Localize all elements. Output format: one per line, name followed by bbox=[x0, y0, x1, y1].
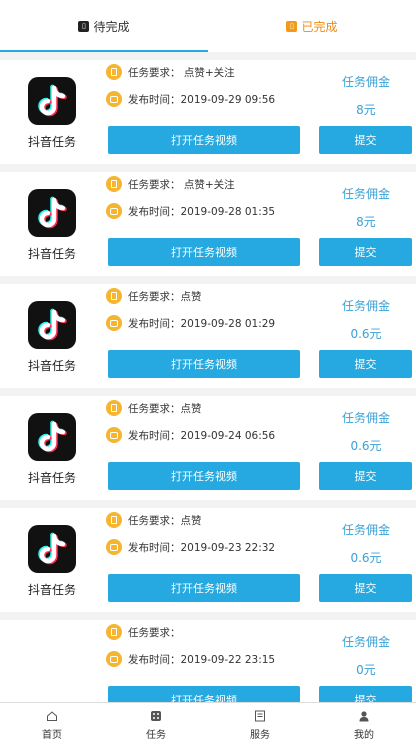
bottom-nav: 首页 任务 服务 我的 bbox=[0, 702, 416, 746]
open-task-video-button[interactable]: 打开任务视频 bbox=[108, 574, 300, 602]
page: ▯ 待完成 ▯ 已完成 抖音任务 任务要求： 点赞+关注 发布时间：2019-0… bbox=[0, 0, 416, 746]
task-published-text: 发布时间：2019-09-28 01:35 bbox=[128, 205, 276, 218]
open-task-video-button[interactable]: 打开任务视频 bbox=[108, 238, 300, 266]
nav-profile[interactable]: 我的 bbox=[312, 703, 416, 746]
nav-profile-label: 我的 bbox=[354, 729, 374, 741]
task-published-text: 发布时间：2019-09-28 01:29 bbox=[128, 317, 276, 330]
task-card: 抖音任务 任务要求：点赞 发布时间：2019-09-24 06:56 任务佣金 … bbox=[0, 396, 416, 500]
task-app-name: 抖音任务 bbox=[27, 471, 76, 485]
submit-button[interactable]: 提交 bbox=[319, 350, 412, 378]
tiktok-logo-icon bbox=[28, 189, 76, 237]
commission-label: 任务佣金 bbox=[341, 635, 390, 649]
submit-button[interactable]: 提交 bbox=[319, 126, 412, 154]
task-requirement-text: 任务要求：点赞 bbox=[128, 514, 202, 527]
task-published-time: 发布时间：2019-09-22 23:15 bbox=[106, 651, 275, 667]
requirement-icon bbox=[106, 512, 122, 528]
commission-label: 任务佣金 bbox=[341, 187, 390, 201]
commission-value: 8元 bbox=[356, 215, 376, 229]
task-requirement: 任务要求： 点赞+关注 bbox=[106, 176, 235, 192]
task-app-name: 抖音任务 bbox=[27, 583, 76, 597]
commission-value: 0.6元 bbox=[350, 327, 382, 341]
tiktok-logo-icon bbox=[28, 301, 76, 349]
tiktok-logo-icon bbox=[28, 77, 76, 125]
commission-label: 任务佣金 bbox=[341, 299, 390, 313]
task-app-name: 抖音任务 bbox=[27, 359, 76, 373]
task-card: 抖音任务 任务要求：点赞 发布时间：2019-09-23 22:32 任务佣金 … bbox=[0, 508, 416, 612]
tab-pending[interactable]: ▯ 待完成 bbox=[0, 0, 208, 52]
calendar-icon bbox=[106, 315, 122, 331]
task-published-time: 发布时间：2019-09-29 09:56 bbox=[106, 91, 275, 107]
task-requirement: 任务要求：点赞 bbox=[106, 288, 202, 304]
task-requirement: 任务要求： bbox=[106, 624, 181, 640]
commission-value: 0元 bbox=[356, 663, 376, 677]
task-published-time: 发布时间：2019-09-28 01:35 bbox=[106, 203, 275, 219]
calendar-icon bbox=[106, 203, 122, 219]
calendar-icon bbox=[106, 539, 122, 555]
task-app-name: 抖音任务 bbox=[27, 135, 76, 149]
task-published-text: 发布时间：2019-09-22 23:15 bbox=[128, 653, 276, 666]
tiktok-logo-icon bbox=[28, 525, 76, 573]
task-requirement-text: 任务要求： bbox=[128, 626, 181, 639]
task-requirement-text: 任务要求：点赞 bbox=[128, 290, 202, 303]
task-card: 抖音任务 任务要求： 点赞+关注 发布时间：2019-09-28 01:35 任… bbox=[0, 172, 416, 276]
submit-button[interactable]: 提交 bbox=[319, 238, 412, 266]
task-requirement: 任务要求：点赞 bbox=[106, 512, 202, 528]
tab-pending-label: 待完成 bbox=[93, 19, 130, 34]
task-requirement-text: 任务要求： 点赞+关注 bbox=[128, 178, 235, 191]
calendar-icon bbox=[106, 427, 122, 443]
service-icon bbox=[253, 709, 267, 723]
task-app-name: 抖音任务 bbox=[27, 247, 76, 261]
pending-icon: ▯ bbox=[78, 20, 90, 32]
task-requirement-text: 任务要求：点赞 bbox=[128, 402, 202, 415]
task-list: 抖音任务 任务要求： 点赞+关注 发布时间：2019-09-29 09:56 任… bbox=[0, 60, 416, 732]
requirement-icon bbox=[106, 624, 122, 640]
commission-label: 任务佣金 bbox=[341, 411, 390, 425]
open-task-video-button[interactable]: 打开任务视频 bbox=[108, 350, 300, 378]
nav-service[interactable]: 服务 bbox=[208, 703, 312, 746]
task-published-time: 发布时间：2019-09-23 22:32 bbox=[106, 539, 275, 555]
nav-task-label: 任务 bbox=[146, 729, 166, 741]
task-published-text: 发布时间：2019-09-29 09:56 bbox=[128, 93, 276, 106]
commission-label: 任务佣金 bbox=[341, 75, 390, 89]
calendar-icon bbox=[106, 651, 122, 667]
task-icon bbox=[149, 709, 163, 723]
commission-value: 8元 bbox=[356, 103, 376, 117]
task-published-text: 发布时间：2019-09-23 22:32 bbox=[128, 541, 276, 554]
open-task-video-button[interactable]: 打开任务视频 bbox=[108, 462, 300, 490]
nav-home-label: 首页 bbox=[42, 729, 62, 741]
task-published-time: 发布时间：2019-09-24 06:56 bbox=[106, 427, 275, 443]
task-card: 抖音任务 任务要求： 点赞+关注 发布时间：2019-09-29 09:56 任… bbox=[0, 60, 416, 164]
home-icon bbox=[45, 709, 59, 723]
task-published-time: 发布时间：2019-09-28 01:29 bbox=[106, 315, 275, 331]
submit-button[interactable]: 提交 bbox=[319, 462, 412, 490]
requirement-icon bbox=[106, 400, 122, 416]
task-requirement: 任务要求： 点赞+关注 bbox=[106, 64, 235, 80]
task-published-text: 发布时间：2019-09-24 06:56 bbox=[128, 429, 276, 442]
requirement-icon bbox=[106, 176, 122, 192]
nav-home[interactable]: 首页 bbox=[0, 703, 104, 746]
open-task-video-button[interactable]: 打开任务视频 bbox=[108, 126, 300, 154]
commission-value: 0.6元 bbox=[350, 551, 382, 565]
tab-completed[interactable]: ▯ 已完成 bbox=[208, 0, 416, 52]
calendar-icon bbox=[106, 91, 122, 107]
submit-button[interactable]: 提交 bbox=[319, 574, 412, 602]
requirement-icon bbox=[106, 288, 122, 304]
nav-task[interactable]: 任务 bbox=[104, 703, 208, 746]
tab-completed-label: 已完成 bbox=[301, 19, 338, 34]
task-card: 抖音任务 任务要求：点赞 发布时间：2019-09-28 01:29 任务佣金 … bbox=[0, 284, 416, 388]
done-icon: ▯ bbox=[286, 20, 298, 32]
tiktok-logo-icon bbox=[28, 413, 76, 461]
commission-label: 任务佣金 bbox=[341, 523, 390, 537]
task-requirement-text: 任务要求： 点赞+关注 bbox=[128, 66, 235, 79]
profile-icon bbox=[357, 709, 371, 723]
task-status-tabs: ▯ 待完成 ▯ 已完成 bbox=[0, 0, 416, 52]
task-requirement: 任务要求：点赞 bbox=[106, 400, 202, 416]
commission-value: 0.6元 bbox=[350, 439, 382, 453]
requirement-icon bbox=[106, 64, 122, 80]
nav-service-label: 服务 bbox=[250, 729, 270, 741]
